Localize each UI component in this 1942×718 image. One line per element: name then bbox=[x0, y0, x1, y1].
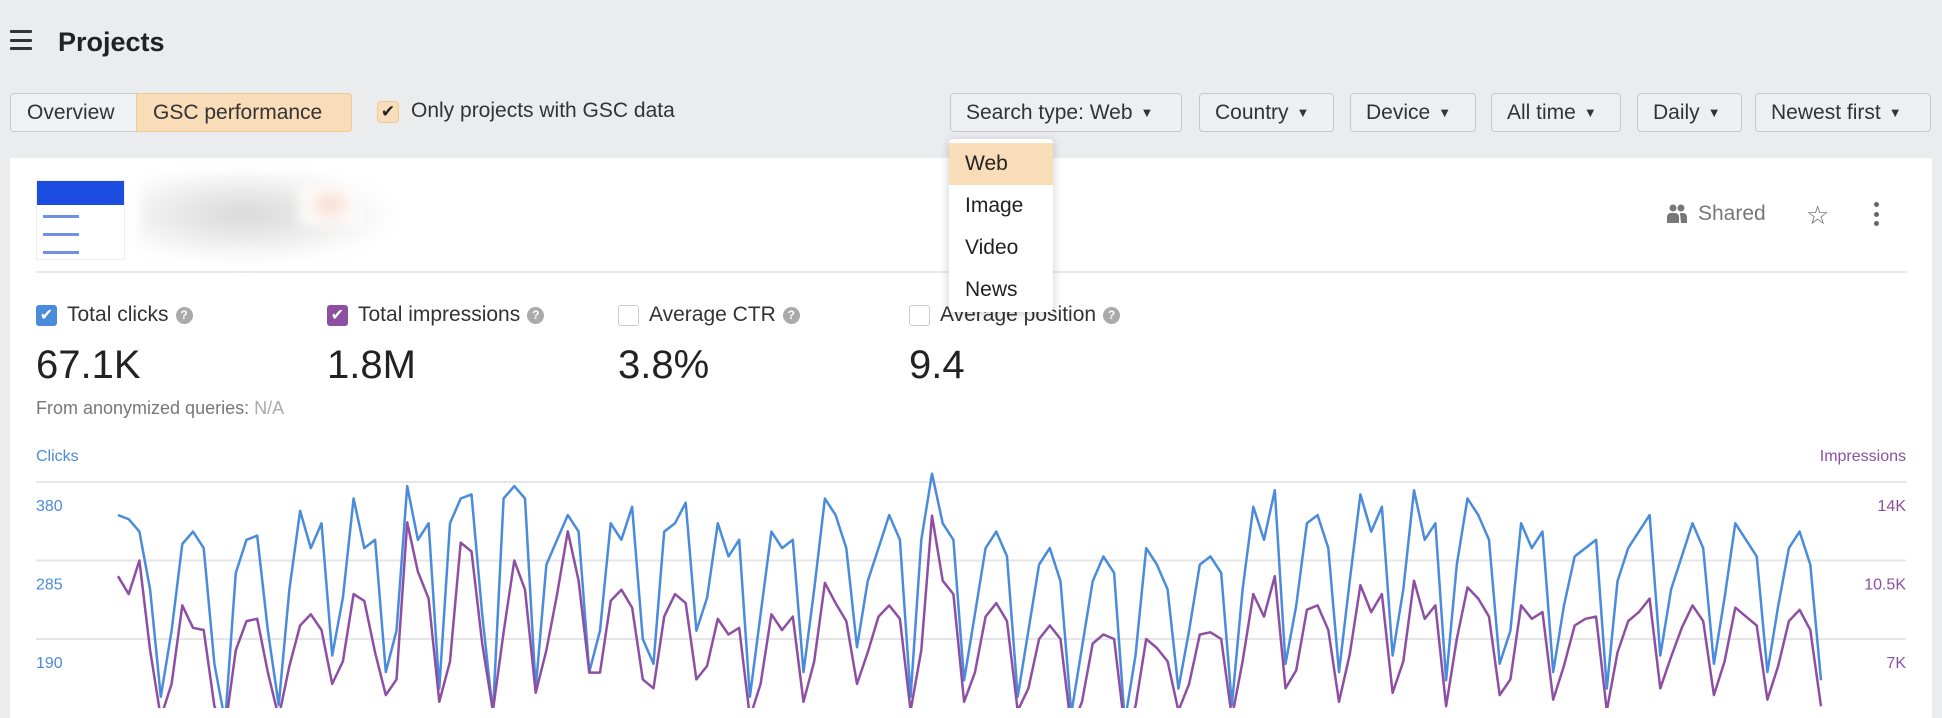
help-icon[interactable]: ? bbox=[527, 306, 545, 324]
search-type-label: Search type: Web bbox=[966, 101, 1133, 124]
metric-label: Average CTR bbox=[649, 303, 776, 326]
caret-down-icon: ▼ bbox=[1583, 105, 1597, 120]
metric-value: 67.1K bbox=[36, 343, 141, 387]
right-tick-label: 10.5K bbox=[1864, 577, 1906, 594]
date-range-label: All time bbox=[1507, 101, 1576, 124]
dropdown-item-image[interactable]: Image bbox=[949, 185, 1053, 227]
average-position-checkbox[interactable] bbox=[909, 304, 930, 326]
left-tick-label: 190 bbox=[36, 655, 63, 672]
more-vertical-icon[interactable] bbox=[1870, 202, 1882, 226]
right-tick-label: 14K bbox=[1878, 498, 1907, 515]
total-impressions-checkbox[interactable]: ✔ bbox=[327, 304, 348, 326]
device-filter[interactable]: Device ▼ bbox=[1350, 93, 1476, 132]
project-name-blurred bbox=[140, 174, 400, 264]
sort-label: Newest first bbox=[1771, 101, 1881, 124]
page-title: Projects bbox=[58, 27, 165, 57]
tab-overview[interactable]: Overview bbox=[10, 93, 137, 132]
dropdown-item-news[interactable]: News bbox=[949, 269, 1053, 311]
anonymized-value: N/A bbox=[254, 398, 285, 418]
shared-indicator[interactable]: Shared bbox=[1666, 202, 1766, 226]
dropdown-item-video[interactable]: Video bbox=[949, 227, 1053, 269]
project-name-blurred-accent bbox=[300, 185, 360, 225]
left-tick-label: 285 bbox=[36, 577, 63, 594]
metric-average-ctr: Average CTR? 3.8% bbox=[618, 303, 800, 388]
anonymized-queries-note: From anonymized queries: N/A bbox=[36, 398, 284, 419]
metric-average-position: Average position? 9.4 bbox=[909, 303, 1121, 388]
impressions-series-line bbox=[116, 514, 1823, 708]
caret-down-icon: ▼ bbox=[1438, 105, 1452, 120]
metric-total-impressions: ✔ Total impressions? 1.8M bbox=[327, 303, 545, 388]
country-filter[interactable]: Country ▼ bbox=[1199, 93, 1334, 132]
right-axis-label: Impressions bbox=[1820, 448, 1906, 465]
average-ctr-checkbox[interactable] bbox=[618, 304, 639, 326]
project-thumbnail[interactable] bbox=[36, 180, 125, 260]
dropdown-item-web[interactable]: Web bbox=[949, 143, 1053, 185]
gsc-data-label[interactable]: Only projects with GSC data bbox=[411, 99, 675, 123]
star-icon[interactable]: ☆ bbox=[1806, 200, 1829, 231]
search-type-dropdown: Web Image Video News bbox=[949, 139, 1053, 312]
granularity-filter[interactable]: Daily ▼ bbox=[1637, 93, 1742, 132]
metric-value: 9.4 bbox=[909, 343, 965, 387]
date-range-filter[interactable]: All time ▼ bbox=[1491, 93, 1621, 132]
metric-label: Total clicks bbox=[67, 303, 169, 326]
metric-label: Total impressions bbox=[358, 303, 521, 326]
right-tick-label: 7K bbox=[1886, 655, 1906, 672]
metric-value: 1.8M bbox=[327, 343, 416, 387]
metric-value: 3.8% bbox=[618, 343, 710, 387]
caret-down-icon: ▼ bbox=[1296, 105, 1310, 120]
help-icon[interactable]: ? bbox=[175, 306, 193, 324]
total-clicks-checkbox[interactable]: ✔ bbox=[36, 304, 57, 326]
hamburger-icon[interactable] bbox=[10, 30, 32, 50]
help-icon[interactable]: ? bbox=[782, 306, 800, 324]
tab-gsc-performance[interactable]: GSC performance bbox=[136, 93, 352, 132]
clicks-series-line bbox=[117, 472, 1823, 708]
device-label: Device bbox=[1366, 101, 1431, 124]
left-tick-label: 380 bbox=[36, 498, 63, 515]
shared-label: Shared bbox=[1698, 202, 1766, 225]
users-icon bbox=[1667, 204, 1687, 223]
sort-filter[interactable]: Newest first ▼ bbox=[1755, 93, 1931, 132]
performance-chart: Clicks Impressions 380 14K 285 10.5K 190 7K bbox=[36, 448, 1907, 708]
anonymized-label: From anonymized queries: bbox=[36, 398, 250, 418]
left-axis-label: Clicks bbox=[36, 448, 79, 465]
help-icon[interactable]: ? bbox=[1103, 306, 1121, 324]
caret-down-icon: ▼ bbox=[1888, 105, 1902, 120]
gsc-data-checkbox[interactable]: ✔ bbox=[377, 101, 399, 123]
metric-total-clicks: ✔ Total clicks? 67.1K bbox=[36, 303, 193, 388]
granularity-label: Daily bbox=[1653, 101, 1700, 124]
country-label: Country bbox=[1215, 101, 1289, 124]
caret-down-icon: ▼ bbox=[1707, 105, 1721, 120]
search-type-filter[interactable]: Search type: Web ▼ bbox=[950, 93, 1182, 132]
caret-down-icon: ▼ bbox=[1140, 105, 1154, 120]
